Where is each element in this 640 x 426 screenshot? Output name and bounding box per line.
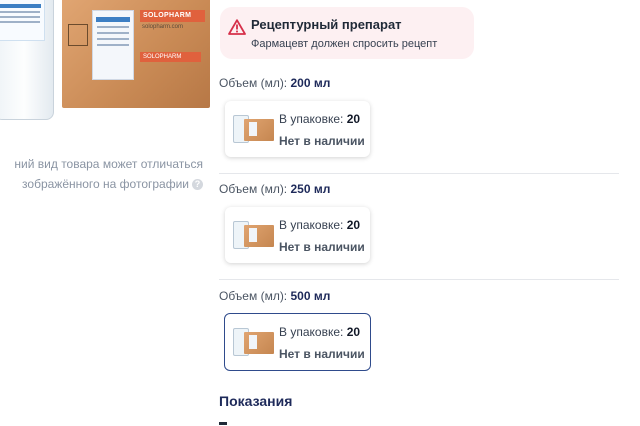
pack-count: В упаковке: 20 xyxy=(279,112,361,126)
warning-triangle-icon xyxy=(228,19,246,35)
box-handling-icons xyxy=(68,24,88,46)
divider xyxy=(219,173,619,174)
volume-value: 250 мл xyxy=(290,182,331,196)
prescription-subtitle: Фармацевт должен спросить рецепт xyxy=(251,38,438,50)
pack-thumbnail xyxy=(233,113,275,145)
prescription-title: Рецептурный препарат xyxy=(251,17,402,32)
box-label xyxy=(92,10,134,80)
pack-count: В упаковке: 20 xyxy=(279,325,361,339)
volume-line: Объем (мл): 250 мл xyxy=(219,182,619,196)
brand-logo: SOLOPHARM xyxy=(140,10,205,22)
stock-status: Нет в наличии xyxy=(279,347,365,361)
pack-option-card[interactable]: В упаковке: 20 Нет в наличии xyxy=(225,207,370,263)
disclaimer-line-2: зображённого на фотографии xyxy=(22,177,189,191)
truncated-text xyxy=(219,422,227,425)
stock-status: Нет в наличии xyxy=(279,240,365,254)
volume-value: 500 мл xyxy=(290,289,331,303)
prescription-banner: Рецептурный препарат Фармацевт должен сп… xyxy=(220,7,474,59)
volume-group-200: Объем (мл): 200 мл xyxy=(219,76,619,90)
volume-label: Объем (мл): xyxy=(219,289,288,303)
stock-status: Нет в наличии xyxy=(279,134,365,148)
volume-line: Объем (мл): 200 мл xyxy=(219,76,619,90)
product-bottle xyxy=(0,0,54,120)
volume-line: Объем (мл): 500 мл xyxy=(219,289,619,303)
volume-group-500: Объем (мл): 500 мл xyxy=(219,289,619,303)
pack-thumbnail xyxy=(233,219,275,251)
volume-label: Объем (мл): xyxy=(219,182,288,196)
pack-thumbnail xyxy=(233,326,275,358)
divider xyxy=(219,279,619,280)
volume-group-250: Объем (мл): 250 мл xyxy=(219,182,619,196)
volume-value: 200 мл xyxy=(290,76,331,90)
question-icon[interactable]: ? xyxy=(192,179,203,191)
brand-logo-secondary: SOLOPHARM xyxy=(140,52,201,62)
indications-heading: Показания xyxy=(219,393,293,409)
volume-label: Объем (мл): xyxy=(219,76,288,90)
brand-site: solopharm.com xyxy=(142,24,184,30)
pack-option-card-selected[interactable]: В упаковке: 20 Нет в наличии xyxy=(224,313,371,371)
product-image[interactable]: SOLOPHARM solopharm.com SOLOPHARM xyxy=(0,0,210,130)
pack-count: В упаковке: 20 xyxy=(279,218,361,232)
disclaimer-line-1: ний вид товара может отличаться xyxy=(14,157,203,171)
image-disclaimer: ний вид товара может отличаться зображён… xyxy=(0,154,203,194)
pack-option-card[interactable]: В упаковке: 20 Нет в наличии xyxy=(225,101,370,157)
